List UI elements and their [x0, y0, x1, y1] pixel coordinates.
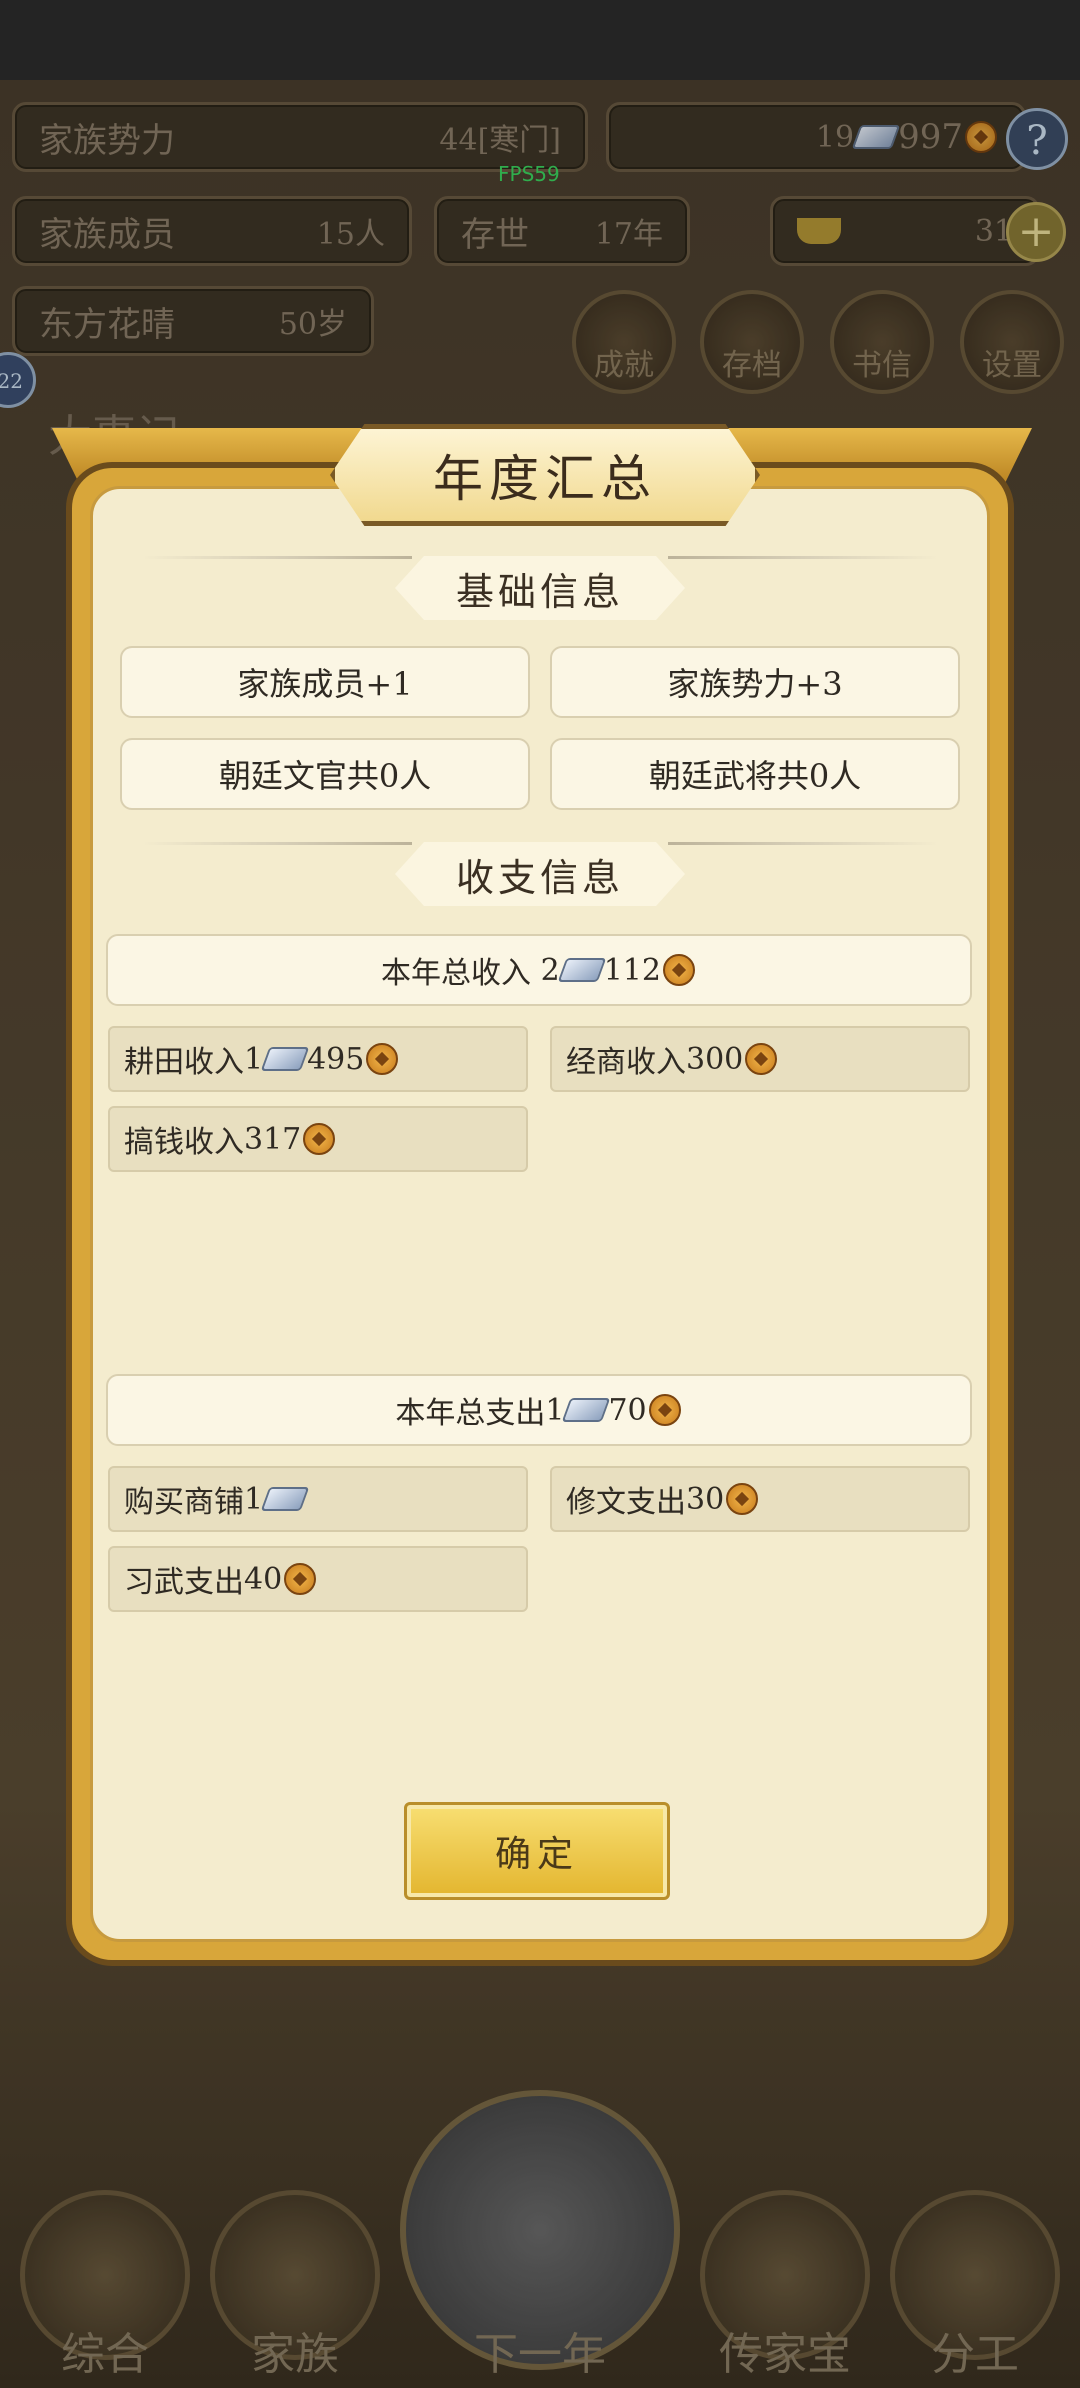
expense-item-coins: 30 — [686, 1481, 725, 1517]
expense-item-label: 习武支出 — [124, 1565, 244, 1600]
income-item-trade: 经商收入 300 — [550, 1026, 970, 1092]
income-item-coins: 300 — [686, 1041, 744, 1077]
income-item-coins: 495 — [307, 1041, 365, 1077]
income-item-label: 经商收入 — [566, 1045, 686, 1080]
expense-item-literary: 修文支出 30 — [550, 1466, 970, 1532]
expense-item-martial: 习武支出 40 — [108, 1546, 528, 1612]
expense-item-coins: 40 — [244, 1561, 283, 1597]
income-item-silver: 1 — [244, 1041, 264, 1077]
silver-ingot-icon — [260, 1047, 310, 1071]
income-item-label: 搞钱收入 — [124, 1125, 244, 1160]
income-item-label: 耕田收入 — [124, 1045, 244, 1080]
silver-ingot-icon — [562, 1398, 611, 1422]
expense-item-label: 购买商铺 — [124, 1485, 244, 1520]
expense-item-shop: 购买商铺 1 — [108, 1466, 528, 1532]
silver-ingot-icon — [260, 1487, 310, 1511]
section-divider-left — [142, 842, 412, 845]
copper-coin-icon — [303, 1123, 336, 1155]
income-item-farming: 耕田收入 1 495 — [108, 1026, 528, 1092]
copper-coin-icon — [366, 1043, 399, 1075]
income-total: 本年总收入 2 112 — [106, 934, 972, 1006]
finance-info-title: 收支信息 — [395, 842, 685, 906]
basic-info-header: 基础信息 — [395, 556, 685, 620]
section-divider-right — [668, 842, 938, 845]
modal-title-plate: 年度汇总 — [330, 424, 760, 526]
copper-coin-icon — [726, 1483, 759, 1515]
basic-info-item: 家族成员+1 — [120, 646, 530, 718]
copper-coin-icon — [745, 1043, 778, 1075]
basic-info-item: 朝廷武将共0人 — [550, 738, 960, 810]
copper-coin-icon — [662, 954, 695, 986]
expense-item-label: 修文支出 — [566, 1485, 686, 1520]
income-total-silver: 2 — [540, 952, 560, 988]
confirm-button[interactable]: 确定 — [404, 1802, 670, 1900]
copper-coin-icon — [284, 1563, 317, 1595]
basic-info-title: 基础信息 — [395, 556, 685, 620]
section-divider-right — [668, 556, 938, 559]
income-item-hustle: 搞钱收入 317 — [108, 1106, 528, 1172]
income-total-label: 本年总收入 — [381, 956, 532, 991]
income-item-coins: 317 — [244, 1121, 302, 1157]
modal-title: 年度汇总 — [433, 450, 657, 508]
basic-info-item: 家族势力+3 — [550, 646, 960, 718]
silver-ingot-icon — [557, 958, 607, 982]
basic-info-item: 朝廷文官共0人 — [120, 738, 530, 810]
income-total-coins: 112 — [603, 952, 661, 988]
finance-info-header: 收支信息 — [395, 842, 685, 906]
copper-coin-icon — [648, 1394, 681, 1426]
expense-total: 本年总支出 1 70 — [106, 1374, 972, 1446]
expense-total-coins: 70 — [608, 1392, 647, 1428]
expense-item-silver: 1 — [244, 1481, 264, 1517]
section-divider-left — [142, 556, 412, 559]
expense-total-silver: 1 — [545, 1392, 565, 1428]
expense-total-label: 本年总支出 — [395, 1396, 546, 1431]
